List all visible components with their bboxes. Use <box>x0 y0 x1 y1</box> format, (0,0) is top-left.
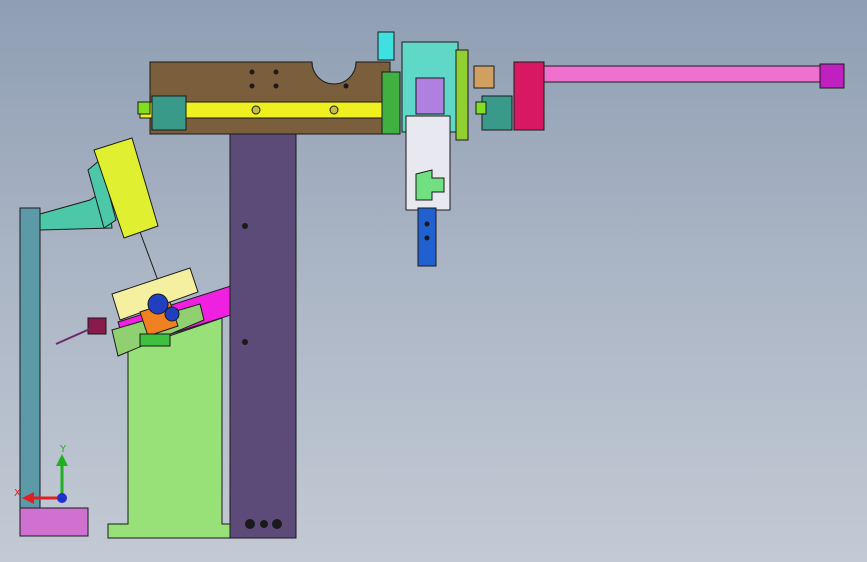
rail-stopper-left <box>137 101 151 115</box>
feed-nut <box>87 317 107 335</box>
cylinder-end-cap <box>513 61 545 131</box>
beam-hole-2 <box>273 69 279 75</box>
rail-bolt-1 <box>251 105 261 115</box>
column-bolt-4 <box>260 520 268 528</box>
y-axis-arrowhead <box>56 454 68 466</box>
column-bolt-5 <box>272 519 282 529</box>
beam-hole-1 <box>249 69 255 75</box>
small-green-block <box>139 333 171 347</box>
side-post-base <box>19 507 89 537</box>
beam-hole-5 <box>343 83 349 89</box>
beam-hole-3 <box>249 83 255 89</box>
cylinder-fitting <box>473 65 495 89</box>
hopper-wire <box>139 231 161 287</box>
slide-green-plate <box>381 71 401 135</box>
column <box>229 133 297 539</box>
cylinder-rear-cap <box>819 63 845 89</box>
cad-viewport: Y X <box>14 31 845 539</box>
slide-side-plate <box>455 49 469 141</box>
z-axis-dot <box>57 493 67 503</box>
feed-needle <box>55 327 93 345</box>
beam-hole-4 <box>273 83 279 89</box>
blue-bar-hole-2 <box>424 235 430 241</box>
rail-stopper-right <box>475 101 487 115</box>
column-bolt-2 <box>242 339 248 345</box>
slide-cyan-top <box>377 31 395 61</box>
column-bolt-1 <box>242 223 248 229</box>
carriage <box>415 77 445 115</box>
blue-bar-hole-1 <box>424 221 430 227</box>
rail-bolt-2 <box>329 105 339 115</box>
side-post <box>19 207 41 511</box>
cylinder-barrel <box>543 65 823 83</box>
x-axis-label: X <box>14 488 21 499</box>
blue-nozzle-2 <box>164 306 180 322</box>
blue-nozzle <box>147 293 169 315</box>
column-bolt-3 <box>245 519 255 529</box>
y-axis-label: Y <box>59 444 67 455</box>
rail-clamp-left <box>151 95 187 131</box>
